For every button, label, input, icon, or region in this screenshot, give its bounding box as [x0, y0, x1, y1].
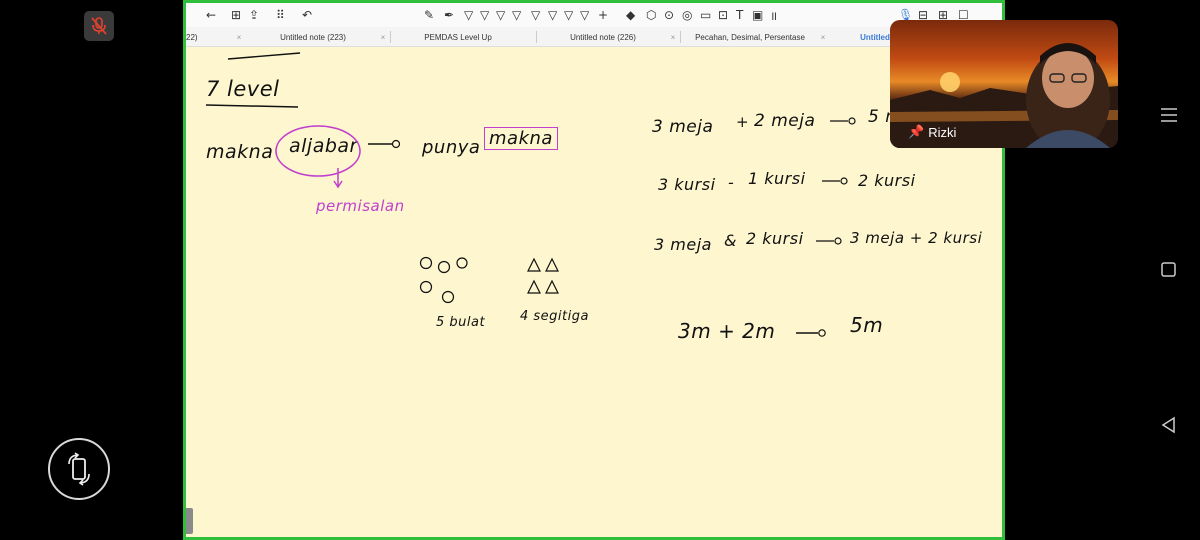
caption-triangles: 4 segitiga — [520, 309, 589, 324]
top-stroke — [227, 52, 301, 60]
word-punya: punya — [422, 137, 481, 158]
tab-divider — [536, 31, 537, 43]
scroll-handle[interactable] — [186, 508, 193, 534]
add-icon[interactable]: + — [598, 7, 608, 23]
mic-off-icon — [91, 17, 107, 35]
eq3-right: 2 kursi — [746, 229, 804, 248]
pen-5-icon[interactable]: ▽ — [531, 7, 540, 23]
shared-screen: ← ⊞ ⇪ ⠿ ↶ ✎ ✒ ▽ ▽ ▽ ▽ ▽ ▽ ▽ ▽ + ◆ ⬡ ⊙ ◎ … — [183, 0, 1005, 540]
pin-icon: 📌 — [908, 124, 925, 139]
comment-icon[interactable]: ▭ — [700, 7, 711, 23]
tab-label: PEMDAS Level Up — [424, 32, 492, 42]
word-makna: makna — [206, 141, 274, 163]
eq2-left: 3 kursi — [658, 175, 716, 194]
down-arrow — [333, 168, 343, 189]
tab-close-icon[interactable]: × — [818, 33, 828, 42]
eq3-op: & — [724, 231, 737, 250]
tab-note-222[interactable]: 22) × — [186, 27, 244, 47]
eq3-left: 3 meja — [654, 235, 712, 254]
aljabar-circle — [275, 125, 361, 177]
pen-3-icon[interactable]: ▽ — [496, 7, 505, 23]
pen-6-icon[interactable]: ▽ — [548, 7, 557, 23]
image-insert-icon[interactable]: ⊙ — [664, 7, 674, 23]
text-icon[interactable]: T — [736, 7, 743, 23]
pen-black-icon[interactable]: ✒ — [444, 7, 454, 23]
menu-icon[interactable] — [1160, 106, 1178, 124]
mute-button[interactable] — [84, 11, 114, 41]
pause-icon[interactable]: ॥ — [770, 7, 777, 23]
note-title: 7 level — [206, 77, 280, 101]
tab-divider — [390, 31, 391, 43]
eq4-result: 5m — [850, 313, 884, 337]
lasso-icon[interactable]: ⬡ — [646, 7, 656, 23]
eraser-icon[interactable]: ◆ — [626, 7, 635, 23]
back-icon[interactable] — [1160, 416, 1178, 434]
eq2-right: 1 kursi — [748, 169, 806, 188]
title-underline — [205, 104, 299, 108]
recent-apps-icon[interactable] — [1160, 261, 1178, 279]
eq2-op: - — [728, 173, 735, 192]
pen-icon[interactable]: ✎ — [424, 7, 434, 23]
eq2-arrow — [822, 177, 848, 185]
pen-4-icon[interactable]: ▽ — [512, 7, 521, 23]
tab-label: 22) — [186, 32, 198, 42]
tab-close-icon[interactable]: × — [378, 33, 388, 42]
word-permisalan: permisalan — [316, 197, 405, 215]
rotate-screen-button[interactable] — [48, 438, 110, 500]
eq3-arrow — [816, 237, 842, 245]
eq2-result: 2 kursi — [858, 171, 916, 190]
eq3-result: 3 meja + 2 kursi — [850, 229, 983, 247]
participant-video[interactable]: 📌 Rizki — [890, 20, 1118, 148]
pen-2-icon[interactable]: ▽ — [480, 7, 489, 23]
eq1-arrow — [830, 117, 856, 125]
note-canvas[interactable]: 7 level makna aljabar permisalan punya m… — [186, 47, 1002, 537]
arrow-1 — [368, 139, 401, 149]
screen-rotate-icon — [68, 452, 90, 486]
pen-7-icon[interactable]: ▽ — [564, 7, 573, 23]
triangles-group — [527, 257, 559, 294]
palette-icon[interactable]: ◎ — [682, 7, 692, 23]
participant-name: Rizki — [928, 124, 957, 140]
photo-icon[interactable]: ▣ — [752, 7, 763, 23]
tab-note-223[interactable]: Untitled note (223) × — [248, 27, 388, 47]
eq1-right: 2 meja — [754, 111, 816, 131]
sticky-icon[interactable]: ⊡ — [718, 7, 728, 23]
tab-label: Pecahan, Desimal, Persentase — [695, 32, 805, 42]
circles-group — [419, 256, 468, 304]
eq4-left: 3m + 2m — [678, 319, 776, 343]
eq1-left: 3 meja — [652, 117, 714, 137]
apps-icon[interactable]: ⠿ — [276, 7, 285, 23]
tab-label: Untitled note (226) — [570, 32, 636, 42]
eq1-op: + — [736, 113, 750, 131]
note-toolbar: ← ⊞ ⇪ ⠿ ↶ ✎ ✒ ▽ ▽ ▽ ▽ ▽ ▽ ▽ ▽ + ◆ ⬡ ⊙ ◎ … — [186, 3, 1002, 27]
tab-divider — [680, 31, 681, 43]
tab-pemdas[interactable]: PEMDAS Level Up — [392, 27, 534, 47]
tab-label: Untitled note (223) — [280, 32, 346, 42]
participant-label: 📌 Rizki — [908, 124, 956, 140]
tab-note-226[interactable]: Untitled note (226) × — [538, 27, 678, 47]
caption-circles: 5 bulat — [436, 315, 486, 330]
word-makna-boxed: makna — [484, 127, 558, 150]
back-arrow-icon[interactable]: ← — [206, 7, 216, 23]
eq4-arrow — [796, 329, 826, 337]
pen-red-icon[interactable]: ▽ — [464, 7, 473, 23]
tab-close-icon[interactable]: × — [234, 33, 244, 42]
pen-8-icon[interactable]: ▽ — [580, 7, 589, 23]
tab-bar: 22) × Untitled note (223) × PEMDAS Level… — [186, 27, 1002, 47]
tab-pecahan[interactable]: Pecahan, Desimal, Persentase × — [682, 27, 828, 47]
grid-icon[interactable]: ⊞ — [231, 7, 241, 23]
tab-close-icon[interactable]: × — [668, 33, 678, 42]
undo-icon[interactable]: ↶ — [302, 7, 312, 23]
share-icon[interactable]: ⇪ — [249, 7, 259, 23]
